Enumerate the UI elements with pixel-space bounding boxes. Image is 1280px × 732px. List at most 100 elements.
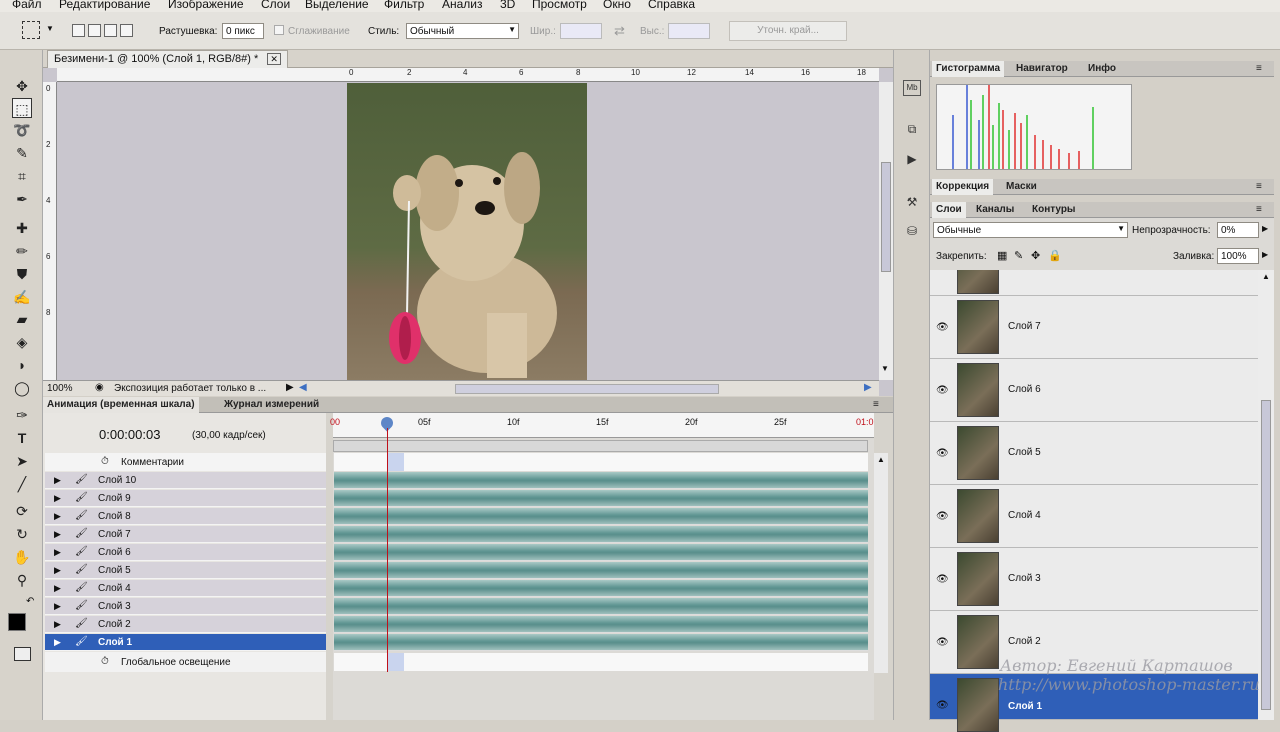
- stopwatch-icon[interactable]: ⏱: [101, 456, 109, 467]
- chevron-up-icon[interactable]: ▲: [877, 455, 885, 464]
- swap-icon[interactable]: ⇄: [614, 23, 625, 39]
- new-selection-icon[interactable]: [72, 24, 85, 37]
- layer-item[interactable]: 👁 Слой 4: [930, 485, 1258, 548]
- brush-tool-icon[interactable]: ✏: [12, 241, 32, 261]
- opacity-input[interactable]: 0%: [1217, 222, 1259, 238]
- history-icon[interactable]: ⧉: [903, 122, 921, 138]
- expand-icon[interactable]: ▶: [54, 565, 61, 576]
- type-tool-icon[interactable]: T: [12, 428, 32, 448]
- tab-layers[interactable]: Слои: [932, 202, 966, 218]
- eye-icon[interactable]: 👁: [936, 511, 949, 522]
- eye-icon[interactable]: 👁: [936, 637, 949, 648]
- layer-duration-bar[interactable]: [334, 526, 868, 543]
- feather-input[interactable]: 0 пикс: [222, 23, 264, 39]
- chevron-right-icon[interactable]: ▶: [286, 382, 294, 393]
- expand-icon[interactable]: ▶: [54, 475, 61, 486]
- antialias-checkbox[interactable]: [274, 25, 284, 35]
- fill-input[interactable]: 100%: [1217, 248, 1259, 264]
- lock-position-icon[interactable]: ✥: [1031, 249, 1040, 262]
- time-ruler[interactable]: 00 05f 10f 15f 20f 25f 01:0: [330, 413, 874, 438]
- actions-icon[interactable]: ▶: [903, 152, 921, 168]
- expand-icon[interactable]: ▶: [54, 619, 61, 630]
- timeline-layer-row[interactable]: ▶ 🖌 Слой 4: [45, 580, 326, 597]
- tab-adjustments[interactable]: Коррекция: [932, 179, 994, 195]
- height-input[interactable]: [668, 23, 710, 39]
- add-selection-icon[interactable]: [88, 24, 101, 37]
- tab-info[interactable]: Инфо: [1084, 61, 1120, 77]
- layer-duration-bar[interactable]: [334, 508, 868, 525]
- layer-duration-bar[interactable]: [334, 580, 868, 597]
- width-input[interactable]: [560, 23, 602, 39]
- zoom-level[interactable]: 100%: [47, 383, 73, 394]
- timeline-scrollbar[interactable]: ▲: [874, 453, 888, 673]
- timeline-layer-row[interactable]: ▶ 🖌 Слой 5: [45, 562, 326, 579]
- scroll-thumb[interactable]: [881, 162, 891, 272]
- foreground-color-swatch[interactable]: [8, 613, 26, 631]
- expand-icon[interactable]: ▶: [54, 583, 61, 594]
- horizontal-scroll-thumb[interactable]: [455, 384, 719, 394]
- menu-select[interactable]: Выделение: [305, 0, 369, 11]
- layer-duration-bar[interactable]: [334, 472, 868, 489]
- chevron-down-icon[interactable]: ▼: [881, 364, 889, 373]
- timeline-layer-row[interactable]: ▶ 🖌 Слой 3: [45, 598, 326, 615]
- stamp-tool-icon[interactable]: ⛊: [12, 264, 32, 284]
- timeline-layer-row[interactable]: ▶ 🖌 Слой 9: [45, 490, 326, 507]
- 3d-rotate-tool-icon[interactable]: ⟳: [12, 501, 32, 521]
- tab-channels[interactable]: Каналы: [972, 202, 1018, 218]
- quick-mask-icon[interactable]: [14, 647, 31, 661]
- stopwatch-icon[interactable]: ⏱: [101, 656, 109, 667]
- menu-edit[interactable]: Редактирование: [59, 0, 150, 11]
- chevron-right-icon[interactable]: ▶: [864, 382, 872, 393]
- eyedropper-tool-icon[interactable]: ✒: [12, 189, 32, 209]
- layer-duration-bar[interactable]: [334, 598, 868, 615]
- intersect-selection-icon[interactable]: [120, 24, 133, 37]
- lock-pixels-icon[interactable]: ✎: [1014, 249, 1023, 262]
- eraser-tool-icon[interactable]: ▰: [12, 309, 32, 329]
- expand-icon[interactable]: ▶: [54, 529, 61, 540]
- menu-file[interactable]: Файл: [12, 0, 42, 11]
- layer-item-partial[interactable]: [930, 270, 1258, 296]
- menu-analysis[interactable]: Анализ: [442, 0, 483, 11]
- eye-icon[interactable]: 👁: [936, 574, 949, 585]
- chevron-right-icon[interactable]: ▶: [1262, 224, 1268, 233]
- blur-tool-icon[interactable]: ◗: [12, 355, 32, 375]
- comments-track[interactable]: [334, 453, 868, 471]
- global-light-row[interactable]: ⏱ Глобальное освещение: [45, 652, 326, 672]
- zoom-tool-icon[interactable]: ⚲: [12, 570, 32, 590]
- dodge-tool-icon[interactable]: ◯: [12, 378, 32, 398]
- panel-menu-icon[interactable]: ≡: [1252, 202, 1266, 218]
- canvas-image[interactable]: [347, 83, 587, 381]
- layer-item[interactable]: 👁 Слой 5: [930, 422, 1258, 485]
- tab-measurement-log[interactable]: Журнал измерений: [220, 397, 323, 413]
- menu-window[interactable]: Окно: [603, 0, 631, 11]
- layer-duration-bar[interactable]: [334, 616, 868, 633]
- menu-3d[interactable]: 3D: [500, 0, 515, 11]
- swap-colors-icon[interactable]: ↶: [26, 596, 34, 607]
- eye-icon[interactable]: 👁: [936, 700, 949, 711]
- layer-item[interactable]: 👁 Слой 3: [930, 548, 1258, 611]
- mini-bridge-icon[interactable]: Mb: [903, 80, 921, 96]
- style-select[interactable]: Обычный ▼: [406, 23, 519, 39]
- chevron-up-icon[interactable]: ▲: [1262, 272, 1270, 281]
- chevron-down-icon[interactable]: ▼: [46, 24, 54, 33]
- timeline-layer-row[interactable]: ▶ 🖌 Слой 6: [45, 544, 326, 561]
- panel-menu-icon[interactable]: ≡: [1252, 179, 1266, 195]
- tab-histogram[interactable]: Гистограмма: [932, 61, 1005, 77]
- timeline-layer-row[interactable]: ▶ 🖌 Слой 7: [45, 526, 326, 543]
- chevron-right-icon[interactable]: ▶: [1262, 250, 1268, 259]
- tab-paths[interactable]: Контуры: [1028, 202, 1079, 218]
- menu-help[interactable]: Справка: [648, 0, 695, 11]
- menu-layers[interactable]: Слои: [261, 0, 290, 11]
- work-area-bar[interactable]: [333, 440, 868, 452]
- menu-filter[interactable]: Фильтр: [384, 0, 424, 11]
- refine-edge-button[interactable]: Уточн. край...: [729, 21, 847, 41]
- path-select-tool-icon[interactable]: ➤: [12, 451, 32, 471]
- menu-image[interactable]: Изображение: [168, 0, 244, 11]
- expand-icon[interactable]: ▶: [54, 601, 61, 612]
- blend-mode-select[interactable]: Обычные ▼: [933, 222, 1128, 238]
- line-tool-icon[interactable]: ╱: [12, 474, 32, 494]
- canvas-vertical-scrollbar[interactable]: ▼: [879, 82, 893, 380]
- layer-duration-bar[interactable]: [334, 634, 868, 651]
- eye-icon[interactable]: 👁: [936, 385, 949, 396]
- timeline-layer-row[interactable]: ▶ 🖌 Слой 2: [45, 616, 326, 633]
